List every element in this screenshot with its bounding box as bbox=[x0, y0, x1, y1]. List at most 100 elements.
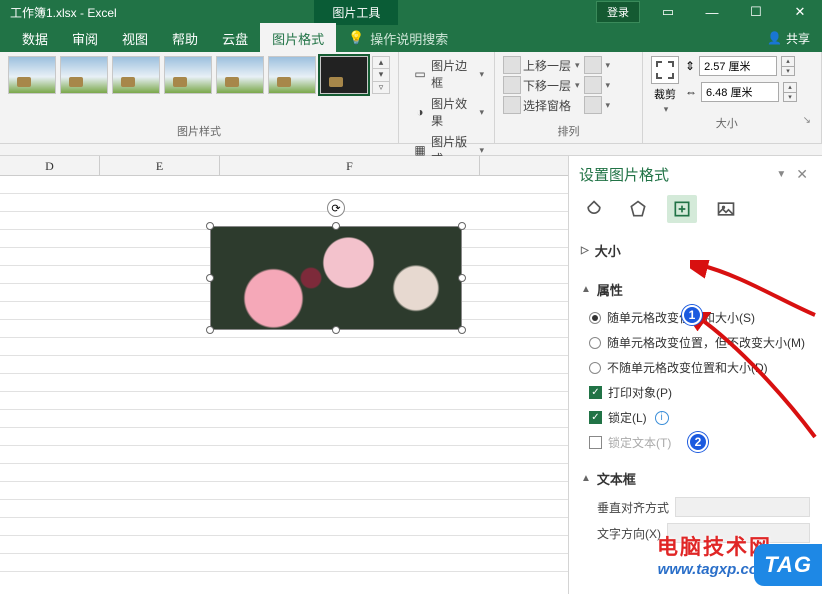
section-properties[interactable]: ▲属性 bbox=[581, 274, 810, 305]
chevron-down-icon: ▲ bbox=[581, 473, 591, 484]
group-arrange: 上移一层▾ 下移一层▾ 选择窗格 ▾ ▾ ▾ 排列 bbox=[495, 52, 643, 143]
login-button[interactable]: 登录 bbox=[596, 1, 640, 23]
size-properties-icon[interactable] bbox=[667, 195, 697, 223]
style-thumb-1[interactable] bbox=[8, 56, 56, 94]
window-title: 工作簿1.xlsx - Excel bbox=[0, 4, 117, 21]
col-header-blank[interactable] bbox=[480, 156, 568, 175]
maximize-button[interactable]: ☐ bbox=[734, 0, 778, 24]
worksheet[interactable]: D E F ⟳ bbox=[0, 156, 568, 594]
backward-icon bbox=[503, 76, 521, 94]
pane-options-button[interactable]: ▼ bbox=[770, 167, 792, 182]
style-thumb-6[interactable] bbox=[268, 56, 316, 94]
selected-picture[interactable]: ⟳ bbox=[210, 226, 462, 330]
height-input[interactable]: 2.57 厘米 bbox=[699, 56, 777, 76]
group-button[interactable]: ▾ bbox=[584, 76, 611, 94]
resize-handle-r[interactable] bbox=[458, 274, 466, 282]
tab-data[interactable]: 数据 bbox=[10, 23, 60, 54]
style-thumb-7[interactable] bbox=[320, 56, 368, 94]
style-thumb-4[interactable] bbox=[164, 56, 212, 94]
checkbox-icon: ✓ bbox=[589, 386, 602, 399]
share-button[interactable]: 👤 共享 bbox=[767, 30, 810, 47]
rotate-handle[interactable]: ⟳ bbox=[327, 199, 345, 217]
minimize-button[interactable]: — bbox=[690, 0, 734, 24]
checkbox-lock[interactable]: ✓锁定(L)i bbox=[581, 405, 810, 430]
dialog-launcher-size[interactable]: ↘ bbox=[803, 115, 813, 133]
chevron-down-icon: ▾ bbox=[479, 145, 484, 156]
resize-handle-tr[interactable] bbox=[458, 222, 466, 230]
pane-category-icons bbox=[569, 191, 822, 231]
checkbox-print[interactable]: ✓打印对象(P) bbox=[581, 380, 810, 405]
col-header-E[interactable]: E bbox=[100, 156, 220, 175]
text-direction-input[interactable] bbox=[667, 523, 810, 543]
selection-pane-button[interactable]: 选择窗格 bbox=[503, 96, 580, 114]
resize-handle-br[interactable] bbox=[458, 326, 466, 334]
align-button[interactable]: ▾ bbox=[584, 56, 611, 74]
chevron-down-icon: ▲ bbox=[581, 284, 591, 295]
style-thumb-2[interactable] bbox=[60, 56, 108, 94]
radio-icon bbox=[589, 337, 601, 349]
crop-icon bbox=[651, 56, 679, 84]
picture-style-gallery: ▴▾▿ bbox=[8, 56, 390, 94]
effects-icon[interactable] bbox=[623, 195, 653, 223]
radio-no-move-size[interactable]: 不随单元格改变位置和大小(D) bbox=[581, 355, 810, 380]
col-header-F[interactable]: F bbox=[220, 156, 480, 175]
send-backward-button[interactable]: 下移一层▾ bbox=[503, 76, 580, 94]
group-picture-adjust: ▭图片边框▾ ◑图片效果▾ ▦图片版式▾ ↘ bbox=[399, 52, 495, 143]
pane-close-button[interactable]: ✕ bbox=[792, 164, 812, 185]
tag-badge: TAG bbox=[754, 544, 822, 586]
close-button[interactable]: ✕ bbox=[778, 0, 822, 24]
group-size: 裁剪 ▾ ⇕ 2.57 厘米 ▴▾ ⇔ 6.48 厘米 ▴▾ 大小 ↘ bbox=[643, 52, 822, 143]
ribbon: ▴▾▿ 图片样式 ▭图片边框▾ ◑图片效果▾ ▦图片版式▾ ↘ 上移一层▾ 下移… bbox=[0, 52, 822, 144]
bring-forward-button[interactable]: 上移一层▾ bbox=[503, 56, 580, 74]
pane-title: 设置图片格式 bbox=[579, 164, 770, 185]
section-size[interactable]: ▷大小 bbox=[581, 235, 810, 266]
flowers-image bbox=[211, 227, 461, 329]
resize-handle-l[interactable] bbox=[206, 274, 214, 282]
chevron-down-icon: ▾ bbox=[479, 107, 484, 118]
picture-effects-button[interactable]: ◑图片效果▾ bbox=[411, 94, 486, 130]
fill-line-icon[interactable] bbox=[579, 195, 609, 223]
picture-icon[interactable] bbox=[711, 195, 741, 223]
checkbox-icon: ✓ bbox=[589, 411, 602, 424]
column-headers: D E F bbox=[0, 156, 568, 176]
info-icon[interactable]: i bbox=[655, 411, 669, 425]
radio-icon bbox=[589, 312, 601, 324]
ribbon-options-icon[interactable]: ▭ bbox=[646, 0, 690, 24]
checkbox-icon bbox=[589, 436, 602, 449]
chevron-right-icon: ▷ bbox=[581, 245, 589, 256]
tab-picture-format[interactable]: 图片格式 bbox=[260, 23, 336, 54]
tab-cloud[interactable]: 云盘 bbox=[210, 23, 260, 54]
vertical-align-input[interactable] bbox=[675, 497, 810, 517]
tab-view[interactable]: 视图 bbox=[110, 23, 160, 54]
contextual-tab-label: 图片工具 bbox=[314, 0, 398, 25]
picture-border-button[interactable]: ▭图片边框▾ bbox=[411, 56, 486, 92]
height-spinner[interactable]: ▴▾ bbox=[781, 56, 795, 76]
resize-handle-bl[interactable] bbox=[206, 326, 214, 334]
width-spinner[interactable]: ▴▾ bbox=[783, 82, 797, 102]
resize-handle-t[interactable] bbox=[332, 222, 340, 230]
resize-handle-tl[interactable] bbox=[206, 222, 214, 230]
effects-icon: ◑ bbox=[413, 104, 427, 120]
col-header-D[interactable]: D bbox=[0, 156, 100, 175]
titlebar: 工作簿1.xlsx - Excel 图片工具 登录 ▭ — ☐ ✕ bbox=[0, 0, 822, 24]
crop-button[interactable]: 裁剪 ▾ bbox=[651, 56, 679, 115]
tab-review[interactable]: 审阅 bbox=[60, 23, 110, 54]
border-icon: ▭ bbox=[413, 66, 427, 82]
section-textbox[interactable]: ▲文本框 bbox=[581, 463, 810, 494]
tab-help[interactable]: 帮助 bbox=[160, 23, 210, 54]
gallery-more-button[interactable]: ▴▾▿ bbox=[372, 56, 390, 94]
text-direction-row: 文字方向(X) bbox=[597, 520, 810, 546]
radio-move-nosize[interactable]: 随单元格改变位置，但不改变大小(M) bbox=[581, 330, 810, 355]
tell-me-search[interactable]: 💡 操作说明搜索 bbox=[336, 23, 460, 54]
style-thumb-5[interactable] bbox=[216, 56, 264, 94]
width-input[interactable]: 6.48 厘米 bbox=[701, 82, 779, 102]
group-picture-styles: ▴▾▿ 图片样式 bbox=[0, 52, 399, 143]
chevron-down-icon: ▾ bbox=[479, 69, 484, 80]
resize-handle-b[interactable] bbox=[332, 326, 340, 334]
rotate-button[interactable]: ▾ bbox=[584, 96, 611, 114]
chevron-down-icon: ▾ bbox=[664, 104, 669, 115]
style-thumb-3[interactable] bbox=[112, 56, 160, 94]
group-icon bbox=[584, 76, 602, 94]
group-label-styles: 图片样式 bbox=[8, 123, 390, 141]
format-picture-pane: 设置图片格式 ▼ ✕ ▷大小 ▲属性 随单元格改变位置和大小(S) 随单元格改变… bbox=[568, 156, 822, 594]
